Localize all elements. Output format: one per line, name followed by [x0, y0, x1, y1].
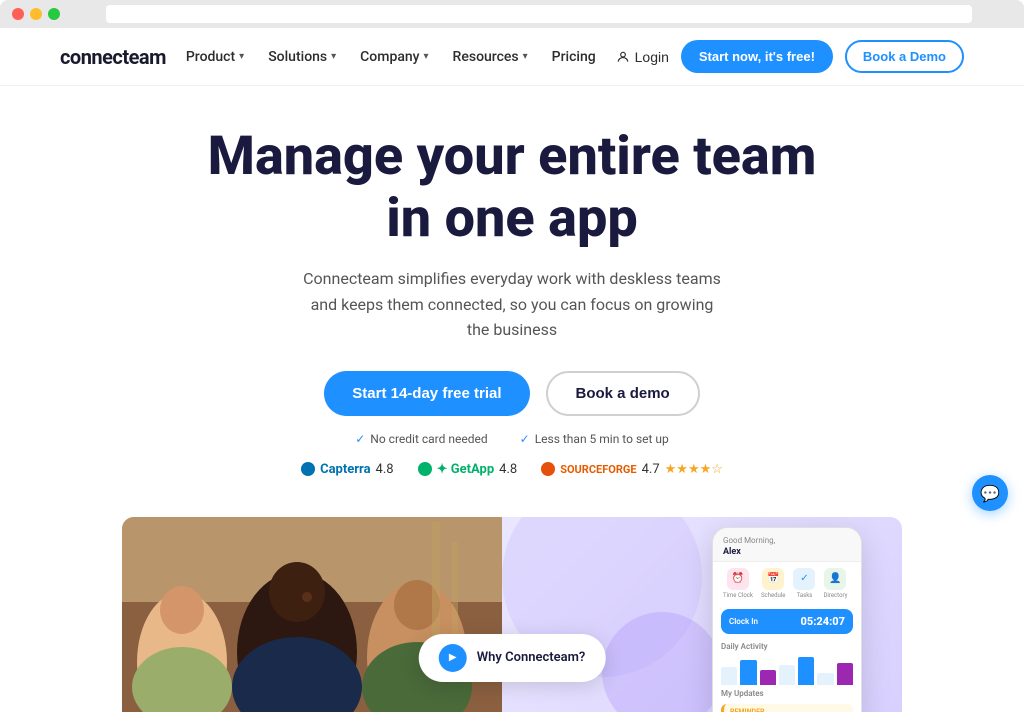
video-label: Why Connecteam?: [477, 650, 586, 665]
phone-activity-label: Daily Activity: [713, 638, 861, 655]
badge-setup-time: ✓ Less than 5 min to set up: [520, 432, 669, 446]
hero-badges: ✓ No credit card needed ✓ Less than 5 mi…: [20, 432, 1004, 446]
title-bar: [0, 0, 1024, 28]
phone-timer: Clock In 05:24:07: [721, 609, 853, 634]
chat-icon: 💬: [980, 484, 1000, 503]
capterra-rating: Capterra 4.8: [301, 462, 394, 477]
hero-section: Manage your entire team in one app Conne…: [0, 86, 1024, 517]
phone-updates-label: My Updates: [713, 685, 861, 702]
sourceforge-logo-dot: [541, 462, 555, 476]
time-clock-icon: ⏰: [727, 568, 749, 590]
check-icon: ✓: [520, 432, 530, 446]
start-free-button[interactable]: Start now, it's free!: [681, 40, 833, 73]
chevron-down-icon: ▾: [424, 51, 429, 62]
people-photo: [122, 517, 502, 712]
phone-header: Good Morning, Alex: [713, 528, 861, 562]
timer-value: 05:24:07: [801, 615, 845, 628]
user-icon: [616, 50, 630, 64]
phone-icon-time-clock: ⏰ Time Clock: [723, 568, 753, 599]
tasks-icon: ✓: [793, 568, 815, 590]
nav-item-product[interactable]: Product ▾: [186, 49, 244, 65]
getapp-logo-dot: [418, 462, 432, 476]
minimize-button[interactable]: [30, 8, 42, 20]
nav-item-company[interactable]: Company ▾: [360, 49, 428, 65]
phone-mockup: Good Morning, Alex ⏰ Time Clock 📅 Schedu…: [712, 527, 862, 712]
bar-5: [798, 657, 814, 685]
bar-6: [817, 673, 833, 685]
check-icon: ✓: [355, 432, 365, 446]
getapp-rating: ✦ GetApp 4.8: [418, 462, 518, 477]
nav-item-resources[interactable]: Resources ▾: [453, 49, 528, 65]
hero-subtext: Connecteam simplifies everyday work with…: [302, 266, 722, 343]
capterra-label: Capterra: [320, 462, 370, 477]
hero-image-area: Good Morning, Alex ⏰ Time Clock 📅 Schedu…: [122, 517, 902, 712]
bar-3: [760, 670, 776, 685]
capterra-score: 4.8: [376, 462, 394, 477]
bar-2: [740, 660, 756, 685]
nav-item-solutions[interactable]: Solutions ▾: [268, 49, 336, 65]
icon-label-schedule: Schedule: [761, 592, 786, 599]
timer-label: Clock In: [729, 617, 758, 626]
hero-headline: Manage your entire team in one app: [20, 126, 1004, 250]
nav-item-pricing[interactable]: Pricing: [552, 49, 596, 65]
people-illustration: [122, 517, 502, 712]
phone-bar-chart: [713, 655, 861, 685]
sourceforge-rating: SOURCEFORGE 4.7 ★★★★☆: [541, 462, 723, 477]
book-demo-button[interactable]: Book a Demo: [845, 40, 964, 73]
reminder-card: REMINDER Please complete: [721, 704, 853, 712]
chevron-down-icon: ▾: [239, 51, 244, 62]
book-demo-hero-button[interactable]: Book a demo: [546, 371, 700, 416]
address-bar[interactable]: [106, 5, 972, 23]
reminder-label: REMINDER: [730, 708, 847, 712]
logo[interactable]: connecteam: [60, 45, 166, 69]
phone-username: Alex: [723, 547, 851, 557]
getapp-label: ✦ GetApp: [437, 462, 495, 477]
close-button[interactable]: [12, 8, 24, 20]
schedule-icon: 📅: [762, 568, 784, 590]
bar-1: [721, 667, 737, 685]
star-rating-icons: ★★★★☆: [665, 462, 723, 477]
directory-icon: 👤: [824, 568, 846, 590]
icon-label-tasks: Tasks: [797, 592, 813, 599]
nav-actions: Login Start now, it's free! Book a Demo: [616, 40, 964, 73]
icon-label-directory: Directory: [823, 592, 847, 599]
phone-icon-schedule: 📅 Schedule: [761, 568, 786, 599]
phone-icon-directory: 👤 Directory: [823, 568, 847, 599]
hero-buttons: Start 14-day free trial Book a demo: [20, 371, 1004, 416]
start-trial-button[interactable]: Start 14-day free trial: [324, 371, 529, 416]
chevron-down-icon: ▾: [523, 51, 528, 62]
sourceforge-score: 4.7: [642, 462, 660, 477]
badge-no-credit-card: ✓ No credit card needed: [355, 432, 487, 446]
chat-bubble[interactable]: 💬: [972, 475, 1008, 511]
nav-links: Product ▾ Solutions ▾ Company ▾ Resource…: [186, 49, 596, 65]
phone-app-icons: ⏰ Time Clock 📅 Schedule ✓ Tasks 👤 Direct…: [713, 562, 861, 605]
capterra-logo-dot: [301, 462, 315, 476]
getapp-score: 4.8: [499, 462, 517, 477]
maximize-button[interactable]: [48, 8, 60, 20]
video-play-button[interactable]: ▶ Why Connecteam?: [419, 634, 606, 682]
phone-greeting: Good Morning,: [723, 536, 851, 545]
icon-label-time: Time Clock: [723, 592, 753, 599]
bar-7: [837, 663, 853, 685]
phone-icon-tasks: ✓ Tasks: [793, 568, 815, 599]
ratings-row: Capterra 4.8 ✦ GetApp 4.8 SOURCEFORGE 4.…: [20, 462, 1004, 477]
login-button[interactable]: Login: [616, 49, 669, 65]
bar-4: [779, 665, 795, 685]
sourceforge-label: SOURCEFORGE: [560, 463, 636, 476]
play-icon: ▶: [439, 644, 467, 672]
navbar: connecteam Product ▾ Solutions ▾ Company…: [0, 28, 1024, 86]
chevron-down-icon: ▾: [331, 51, 336, 62]
